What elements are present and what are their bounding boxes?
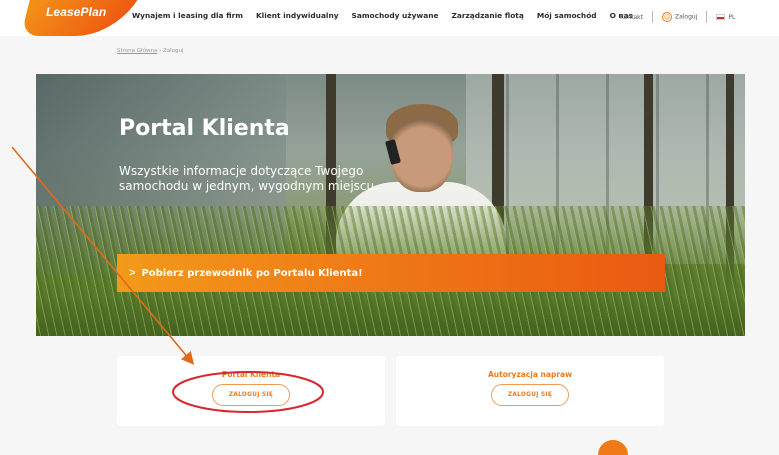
divider — [651, 11, 653, 23]
nav-item-fleet[interactable]: Zarządzanie flotą — [452, 11, 524, 20]
download-guide-button[interactable]: > Pobierz przewodnik po Portalu Klienta! — [117, 254, 665, 292]
breadcrumb-home[interactable]: Strona Główna — [117, 48, 157, 54]
logo[interactable]: LeasePlan — [46, 5, 106, 19]
nav-item-my-car[interactable]: Mój samochód — [537, 11, 597, 20]
nav-item-individual[interactable]: Klient indywidualny — [256, 11, 339, 20]
language-label: PL — [728, 13, 736, 21]
breadcrumb: Strona Główna › Zaloguj — [117, 48, 184, 54]
page-title: Portal Klienta — [119, 116, 290, 141]
chevron-right-icon: > — [129, 267, 136, 279]
repair-authorization-login-button[interactable]: ZALOGUJ SIĘ — [491, 384, 569, 406]
utility-nav: Kontakt ☺ Zaloguj PL — [620, 11, 735, 23]
download-guide-label: Pobierz przewodnik po Portalu Klienta! — [141, 267, 363, 279]
language-switch[interactable]: PL — [716, 14, 735, 21]
login-link[interactable]: ☺ Zaloguj — [661, 12, 698, 22]
client-portal-login-button[interactable]: ZALOGUJ SIĘ — [212, 384, 290, 406]
divider — [706, 11, 708, 23]
breadcrumb-current: Zaloguj — [163, 48, 184, 54]
nav-item-used-cars[interactable]: Samochody używane — [352, 11, 439, 20]
card-title: Portal Klienta — [221, 370, 281, 379]
flag-pl-icon — [716, 14, 726, 20]
card-title: Autoryzacja napraw — [487, 370, 573, 379]
main-nav: Wynajem i leasing dla firm Klient indywi… — [132, 11, 633, 20]
card-repair-authorization: Autoryzacja napraw ZALOGUJ SIĘ — [396, 356, 664, 426]
card-client-portal: Portal Klienta ZALOGUJ SIĘ — [117, 356, 385, 426]
contact-link[interactable]: Kontakt — [620, 14, 643, 21]
site-header: LeasePlan Wynajem i leasing dla firm Kli… — [0, 0, 779, 36]
hero-description: Wszystkie informacje dotyczące Twojego s… — [119, 164, 378, 193]
login-label: Zaloguj — [674, 13, 698, 21]
user-icon: ☺ — [661, 12, 672, 22]
decorative-shape — [598, 440, 628, 455]
breadcrumb-separator: › — [159, 48, 162, 54]
hero-banner-image: Portal Klienta Wszystkie informacje doty… — [36, 74, 745, 336]
nav-item-business[interactable]: Wynajem i leasing dla firm — [132, 11, 243, 20]
